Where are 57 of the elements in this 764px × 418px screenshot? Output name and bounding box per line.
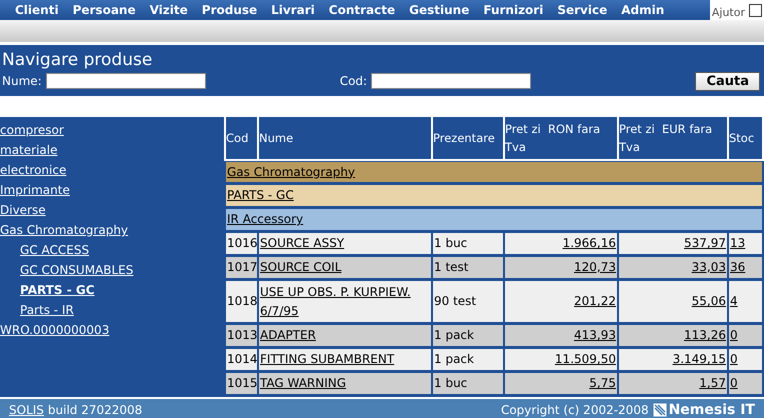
table-cell: 1018	[227, 294, 258, 308]
table-cell: 1016	[227, 236, 258, 250]
menu-item[interactable]: Produse	[194, 3, 264, 17]
group-link[interactable]: Gas Chromatography	[227, 164, 356, 179]
group-link[interactable]: IR Accessory	[227, 212, 304, 226]
group-link[interactable]: PARTS - GC	[227, 188, 294, 202]
menu-item[interactable]: Service	[550, 3, 614, 17]
search-button[interactable]: Cauta	[695, 72, 760, 90]
table-cell: 1013	[227, 328, 258, 342]
field-label: Nume:	[2, 74, 42, 88]
logo-text: Nemesis IT	[668, 402, 755, 418]
stock-link[interactable]: 4	[730, 294, 738, 308]
stock-link[interactable]: 0	[730, 352, 738, 366]
menu-item[interactable]: Clienti	[8, 3, 66, 17]
search-field[interactable]	[371, 73, 532, 89]
sidebar-item[interactable]: Diverse	[0, 200, 46, 220]
table-cell: 1017	[227, 260, 258, 274]
sidebar-item[interactable]: PARTS - GC	[20, 280, 95, 300]
copyright-text: Copyright (c) 2002-2008	[500, 402, 649, 416]
menu-item[interactable]: Contracte	[322, 3, 402, 17]
app-link[interactable]: SOLIS	[9, 402, 44, 416]
sidebar-item[interactable]: WRO.0000000003	[0, 320, 110, 340]
price-link[interactable]: 5,75	[589, 376, 616, 390]
menu-item[interactable]: Admin	[614, 3, 672, 17]
table-cell: 1015	[227, 376, 258, 390]
field-label: Cod:	[340, 74, 368, 88]
help-label: Ajutor	[712, 5, 745, 19]
stock-link[interactable]: 0	[730, 376, 738, 390]
sidebar-item[interactable]: Gas Chromatography	[0, 220, 128, 240]
sidebar-item[interactable]: GC CONSUMABLES	[20, 260, 134, 280]
sidebar-item[interactable]: GC ACCESS	[20, 240, 90, 260]
menu-item[interactable]: Gestiune	[402, 3, 476, 17]
page-title: Navigare produse	[2, 49, 154, 71]
help-checkbox[interactable]	[749, 4, 762, 16]
table-cell: 1 buc	[434, 236, 468, 250]
sidebar-item[interactable]: materiale	[0, 140, 58, 160]
sidebar-item[interactable]: Parts - IR	[20, 300, 74, 320]
stock-link[interactable]: 0	[730, 328, 738, 342]
price-link[interactable]: 1,57	[699, 376, 726, 390]
table-cell: 1 test	[434, 260, 468, 274]
menu-item[interactable]: Persoane	[66, 3, 143, 17]
build-text: build 27022008	[48, 402, 142, 416]
sidebar-item[interactable]: electronice	[0, 160, 66, 180]
menu-item[interactable]: Livrari	[264, 3, 322, 17]
product-link[interactable]: USE UP OBS. P. KURPIEW. 6/7/95	[260, 282, 430, 321]
menu-item[interactable]: Vizite	[142, 3, 195, 17]
menu-item[interactable]: Furnizori	[476, 3, 550, 17]
table-cell: 1 pack	[434, 352, 474, 366]
sidebar-item[interactable]: Imprimante	[0, 180, 70, 200]
search-field[interactable]	[46, 73, 206, 89]
table-cell: 90 test	[434, 294, 476, 308]
price-link[interactable]: 55,06	[692, 294, 726, 308]
price-link[interactable]: 201,22	[574, 294, 616, 308]
sidebar-item[interactable]: compresor	[0, 120, 64, 140]
table-cell: 1 buc	[434, 376, 468, 390]
table-cell: 1014	[227, 352, 258, 366]
table-cell: 1 pack	[434, 328, 474, 342]
